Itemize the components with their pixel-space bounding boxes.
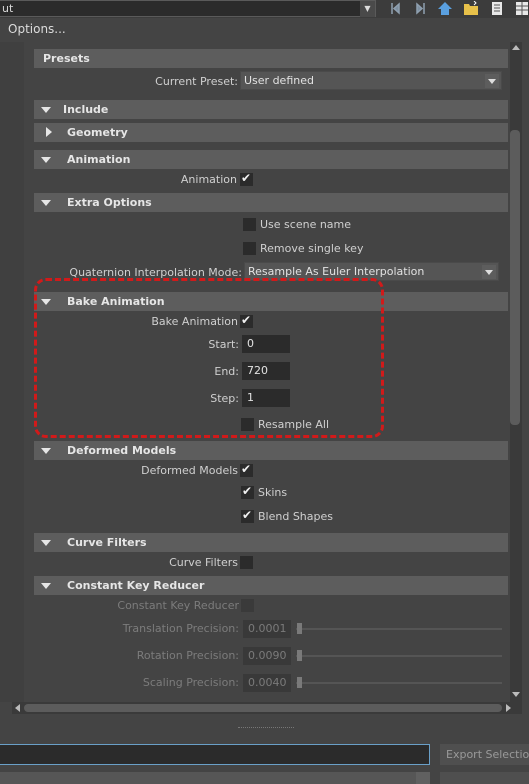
constant-key-reducer-checkbox[interactable]: [241, 599, 254, 612]
skins-label: Skins: [258, 486, 288, 499]
rotation-precision-slider[interactable]: [296, 655, 502, 657]
skins-checkbox[interactable]: [241, 484, 254, 499]
include-title: Include: [63, 103, 109, 116]
expand-triangle-icon: [46, 127, 52, 137]
translation-precision-label: Translation Precision:: [122, 622, 239, 635]
collapse-triangle-icon: [41, 448, 51, 454]
vertical-scrollbar-thumb[interactable]: [510, 130, 520, 425]
presets-header: Presets: [34, 49, 508, 68]
geometry-header[interactable]: Geometry: [34, 123, 508, 142]
grid-icon[interactable]: [514, 1, 529, 16]
extra-options-header[interactable]: Extra Options: [34, 193, 508, 212]
use-scene-name-label: Use scene name: [260, 218, 352, 231]
chevron-down-icon: [482, 265, 496, 279]
home-icon[interactable]: [437, 1, 453, 16]
options-menu[interactable]: Options...: [8, 22, 66, 36]
left-gutter: [0, 42, 24, 702]
animation-header[interactable]: Animation: [34, 150, 508, 169]
chevron-down-icon: [485, 74, 499, 88]
collapse-triangle-icon: [41, 200, 51, 206]
collapse-triangle-icon: [41, 157, 51, 163]
blend-shapes-checkbox[interactable]: [241, 508, 254, 523]
translation-precision-slider[interactable]: [296, 628, 502, 630]
nav-back-icon[interactable]: [388, 1, 404, 16]
constant-key-reducer-header[interactable]: Constant Key Reducer: [34, 576, 508, 595]
deformed-models-title: Deformed Models: [67, 444, 177, 457]
use-scene-name-checkbox[interactable]: [243, 218, 256, 231]
animation-checkbox[interactable]: [240, 171, 253, 186]
scaling-slider-handle[interactable]: [297, 677, 302, 688]
cancel-button[interactable]: [440, 772, 529, 784]
resize-grip[interactable]: [238, 727, 294, 729]
scaling-precision-field[interactable]: 0.0040: [243, 674, 291, 692]
constant-key-reducer-title: Constant Key Reducer: [67, 579, 205, 592]
scroll-up-icon[interactable]: [512, 44, 520, 52]
deformed-models-label: Deformed Models: [141, 464, 238, 477]
collapse-triangle-icon: [41, 540, 51, 546]
geometry-title: Geometry: [67, 126, 128, 139]
rotation-precision-label: Rotation Precision:: [136, 649, 239, 662]
presets-title: Presets: [43, 52, 90, 65]
scaling-precision-slider[interactable]: [296, 682, 502, 684]
path-combo-text: ut: [2, 2, 14, 15]
file-name-input[interactable]: [0, 744, 430, 765]
curve-filters-title: Curve Filters: [67, 536, 147, 549]
nav-forward-icon[interactable]: [412, 1, 428, 16]
annotation-highlight: [34, 278, 384, 438]
deformed-models-checkbox[interactable]: [240, 462, 253, 477]
collapse-triangle-icon: [41, 583, 51, 589]
folder-icon[interactable]: [463, 1, 479, 16]
current-preset-dropdown[interactable]: User defined: [240, 71, 502, 90]
remove-single-key-label: Remove single key: [260, 242, 364, 255]
collapse-triangle-icon: [41, 107, 51, 113]
export-selection-button[interactable]: Export Selection: [440, 744, 529, 765]
chevron-down-icon[interactable]: ▼: [360, 1, 375, 17]
extra-options-title: Extra Options: [67, 196, 152, 209]
chevron-down-icon[interactable]: [416, 772, 430, 784]
current-preset-value: User defined: [244, 74, 314, 87]
quaternion-mode-value: Resample As Euler Interpolation: [248, 265, 425, 278]
horizontal-scrollbar-thumb[interactable]: [24, 704, 502, 712]
path-combo[interactable]: ut ▼: [0, 0, 376, 17]
curve-filters-header[interactable]: Curve Filters: [34, 533, 508, 552]
scaling-precision-label: Scaling Precision:: [142, 676, 239, 689]
animation-label: Animation: [180, 173, 237, 186]
list-icon[interactable]: [489, 1, 505, 16]
include-header[interactable]: Include: [34, 100, 508, 119]
scroll-down-icon[interactable]: [512, 690, 520, 698]
rotation-slider-handle[interactable]: [297, 650, 302, 661]
translation-precision-field[interactable]: 0.0001: [243, 620, 291, 638]
remove-single-key-checkbox[interactable]: [243, 242, 256, 255]
translation-slider-handle[interactable]: [297, 623, 302, 634]
scroll-right-icon[interactable]: [504, 704, 512, 712]
curve-filters-checkbox[interactable]: [240, 556, 253, 569]
current-preset-label: Current Preset:: [155, 75, 238, 88]
rotation-precision-field[interactable]: 0.0090: [243, 647, 291, 665]
deformed-models-header[interactable]: Deformed Models: [34, 441, 508, 460]
scroll-left-icon[interactable]: [14, 704, 22, 712]
curve-filters-label: Curve Filters: [169, 556, 238, 569]
file-type-dropdown[interactable]: [0, 772, 430, 784]
blend-shapes-label: Blend Shapes: [258, 510, 333, 523]
animation-title: Animation: [67, 153, 131, 166]
constant-key-reducer-label: Constant Key Reducer: [117, 599, 239, 612]
